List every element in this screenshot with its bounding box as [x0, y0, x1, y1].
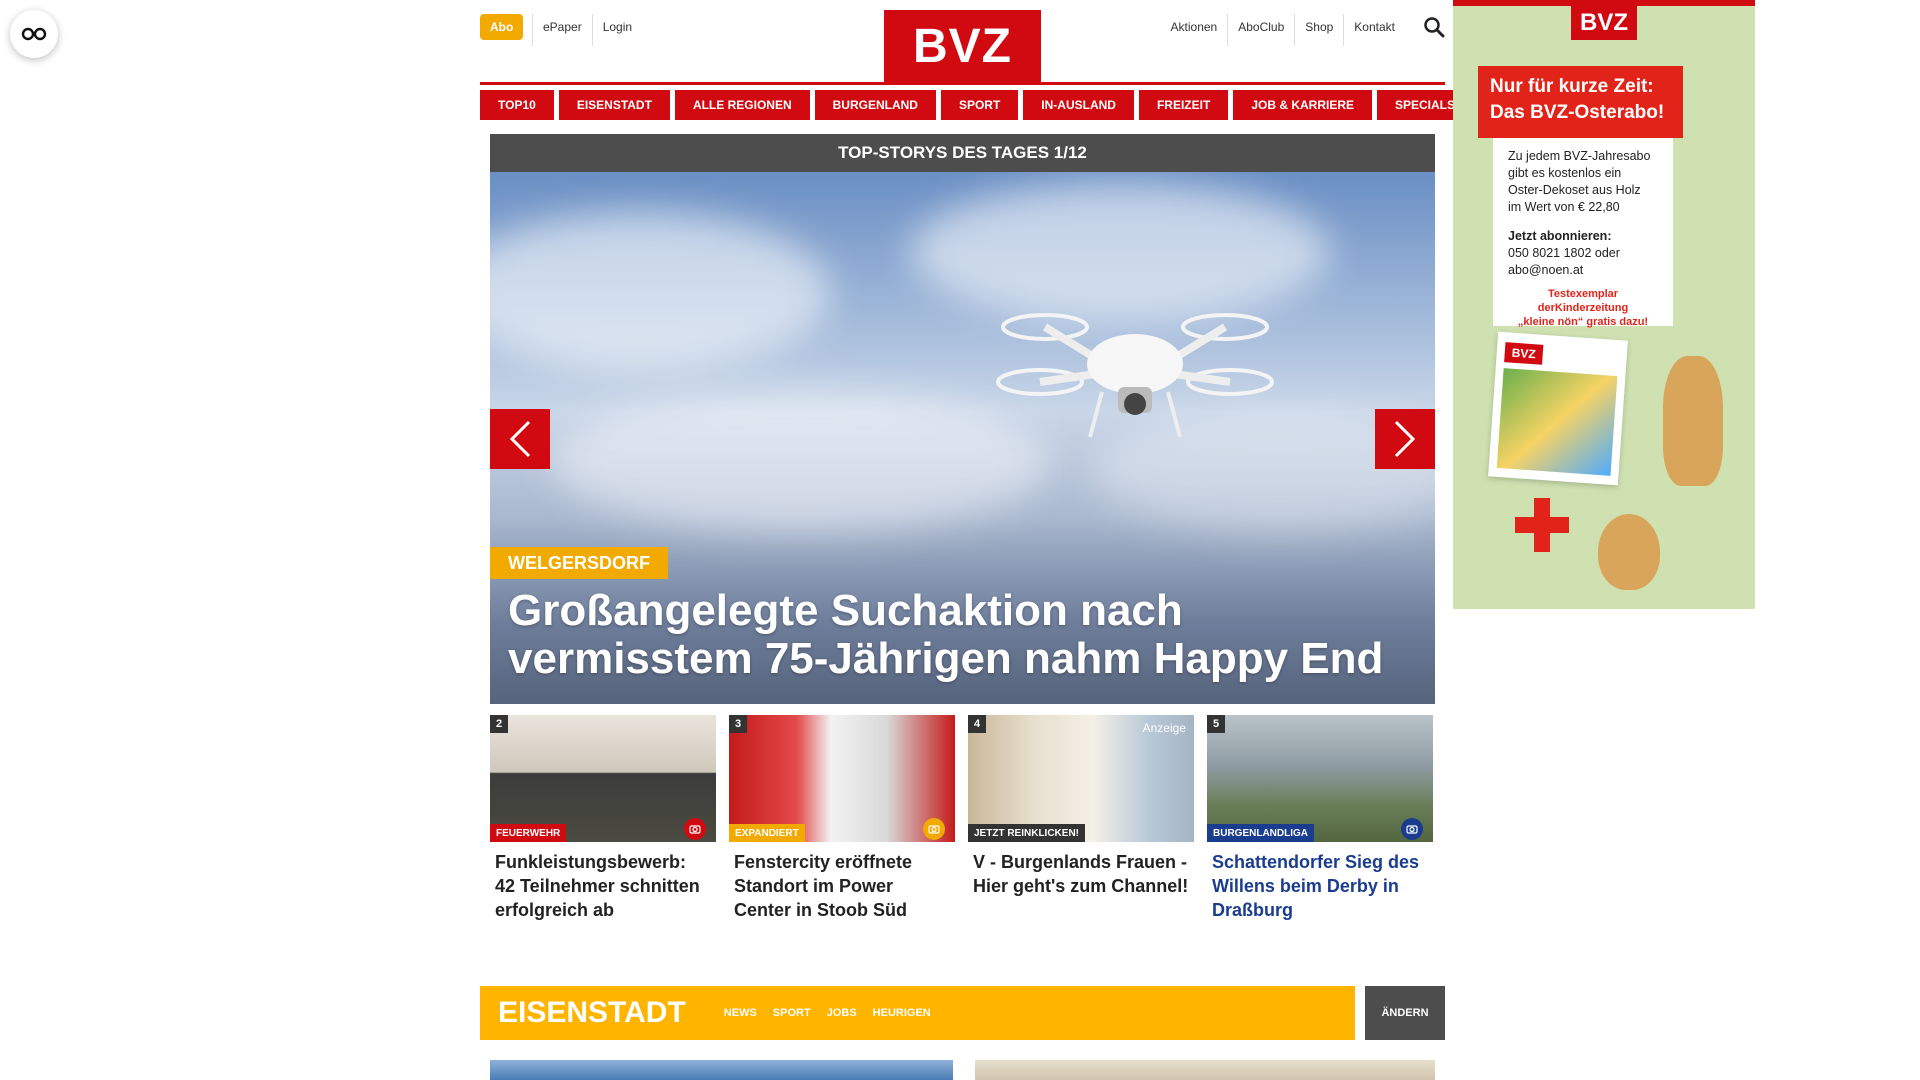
ad-body-line: Oster-Dekoset aus Holz — [1508, 183, 1641, 197]
story-image[interactable]: 2 FEUERWEHR — [490, 715, 716, 842]
ad-free-offer: Testexemplar derKinderzeitung „kleine nö… — [1508, 287, 1658, 329]
bunny-decoration — [1663, 356, 1723, 486]
magazine-image: BVZ — [1488, 331, 1628, 486]
story-card[interactable]: 3 EXPANDIERT Fenstercity eröffnete Stand… — [729, 715, 955, 922]
bvz-logo[interactable]: BVZ — [884, 10, 1041, 82]
chevron-left-icon — [509, 420, 531, 458]
drone-image — [996, 313, 1274, 438]
story-image[interactable] — [490, 1060, 953, 1080]
reader-mode-button[interactable] — [10, 10, 58, 58]
change-region-button[interactable]: ÄNDERN — [1365, 986, 1445, 1040]
hero-slide[interactable]: WELGERSDORF Großangelegte Suchaktion nac… — [490, 172, 1435, 704]
nav-item-in-ausland[interactable]: IN-AUSLAND — [1023, 90, 1134, 120]
story-card[interactable]: 4 Anzeige JETZT REINKLICKEN! V - Burgenl… — [968, 715, 1194, 922]
story-title[interactable]: Schattendorfer Sieg des Willens beim Der… — [1207, 842, 1433, 922]
ad-headline: Nur für kurze Zeit: Das BVZ-Osterabo! — [1478, 66, 1683, 138]
magazine-logo: BVZ — [1504, 342, 1544, 365]
search-icon[interactable] — [1423, 16, 1445, 38]
story-image[interactable]: 3 EXPANDIERT — [729, 715, 955, 842]
login-link[interactable]: Login — [591, 14, 642, 46]
ad-free-line: „kleine nön“ gratis dazu! — [1517, 316, 1649, 328]
story-category: EXPANDIERT — [729, 824, 805, 842]
ad-phone: 050 8021 1802 oder — [1508, 246, 1620, 260]
story-card[interactable]: 2 FEUERWEHR Funkleistungsbewerb: 42 Teil… — [490, 715, 716, 922]
ad-text-card: Zu jedem BVZ-Jahresabo gibt es kostenlos… — [1493, 138, 1673, 329]
top-links-left: ePaper Login — [532, 14, 642, 46]
story-category: FEUERWEHR — [490, 824, 567, 842]
camera-icon — [684, 818, 706, 840]
story-title[interactable]: Funkleistungsbewerb: 42 Teilnehmer schni… — [490, 842, 716, 922]
section-link-heurigen[interactable]: HEURIGEN — [873, 1007, 931, 1019]
top-bar: Abo ePaper Login BVZ Aktionen AboClub Sh… — [480, 0, 1445, 82]
story-title[interactable]: V - Burgenlands Frauen - Hier geht's zum… — [968, 842, 1194, 898]
story-number: 3 — [729, 715, 747, 733]
egg-decoration — [1598, 514, 1660, 590]
story-category: BURGENLANDLIGA — [1207, 824, 1314, 842]
kontakt-link[interactable]: Kontakt — [1343, 14, 1405, 46]
top-links-right: Aktionen AboClub Shop Kontakt — [1161, 14, 1405, 46]
nav-item-eisenstadt[interactable]: EISENSTADT — [558, 90, 670, 120]
nav-item-sport[interactable]: SPORT — [940, 90, 1019, 120]
section-link-jobs[interactable]: JOBS — [827, 1007, 857, 1019]
nav-item-top10[interactable]: TOP10 — [480, 90, 554, 120]
section-title[interactable]: EISENSTADT — [498, 996, 686, 1030]
aktionen-link[interactable]: Aktionen — [1161, 14, 1228, 46]
story-cards: 2 FEUERWEHR Funkleistungsbewerb: 42 Teil… — [490, 715, 1435, 922]
nav-item-freizeit[interactable]: FREIZEIT — [1138, 90, 1229, 120]
ad-headline-line: Das BVZ-Osterabo! — [1490, 102, 1665, 123]
glasses-icon — [21, 27, 47, 41]
story-category: JETZT REINKLICKEN! — [968, 824, 1085, 842]
plus-icon — [1515, 498, 1569, 552]
shop-link[interactable]: Shop — [1294, 14, 1343, 46]
prev-slide-button[interactable] — [490, 409, 550, 469]
abo-button[interactable]: Abo — [480, 14, 524, 40]
header-divider — [480, 82, 1445, 85]
aboclub-link[interactable]: AboClub — [1227, 14, 1294, 46]
ad-free-line: Testexemplar derKinderzeitung — [1537, 288, 1629, 314]
epaper-link[interactable]: ePaper — [532, 14, 592, 46]
story-image[interactable]: 4 Anzeige JETZT REINKLICKEN! — [968, 715, 1194, 842]
chevron-right-icon — [1394, 420, 1416, 458]
ad-email: abo@noen.at — [1508, 263, 1584, 277]
ad-label: Anzeige — [1142, 721, 1186, 735]
ad-headline-line: Nur für kurze Zeit: — [1490, 76, 1654, 97]
ad-body-line: gibt es kostenlos ein — [1508, 166, 1622, 180]
ad-logo: BVZ — [1571, 6, 1637, 40]
ad-cta: Jetzt abonnieren: — [1508, 229, 1612, 243]
next-slide-button[interactable] — [1375, 409, 1435, 469]
section-link-news[interactable]: NEWS — [724, 1007, 757, 1019]
nav-item-burgenland[interactable]: BURGENLAND — [814, 90, 936, 120]
main-nav: TOP10 EISENSTADT ALLE REGIONEN BURGENLAN… — [480, 90, 1474, 120]
nav-item-alle-regionen[interactable]: ALLE REGIONEN — [674, 90, 810, 120]
hero-category-tag[interactable]: WELGERSDORF — [490, 547, 668, 579]
story-number: 2 — [490, 715, 508, 733]
ad-body-line: im Wert von € 22,80 — [1508, 200, 1620, 214]
hero-headline[interactable]: Großangelegte Suchaktion nach vermisstem… — [508, 587, 1418, 683]
story-image[interactable] — [975, 1060, 1435, 1080]
camera-icon — [923, 818, 945, 840]
ad-body-line: Zu jedem BVZ-Jahresabo — [1508, 149, 1651, 163]
story-image[interactable]: 5 BURGENLANDLIGA — [1207, 715, 1433, 842]
section-bar: EISENSTADT NEWS SPORT JOBS HEURIGEN — [480, 986, 1355, 1040]
nav-item-job-karriere[interactable]: JOB & KARRIERE — [1233, 90, 1372, 120]
story-card[interactable]: 5 BURGENLANDLIGA Schattendorfer Sieg des… — [1207, 715, 1433, 922]
main-column: Abo ePaper Login BVZ Aktionen AboClub Sh… — [480, 0, 1474, 1080]
ad-banner[interactable]: BVZ Nur für kurze Zeit: Das BVZ-Osterabo… — [1453, 0, 1755, 609]
story-number: 5 — [1207, 715, 1225, 733]
section-link-sport[interactable]: SPORT — [773, 1007, 811, 1019]
camera-icon — [1401, 818, 1423, 840]
top-stories-header: TOP-STORYS DES TAGES 1/12 — [490, 134, 1435, 172]
story-number: 4 — [968, 715, 986, 733]
story-title[interactable]: Fenstercity eröffnete Standort im Power … — [729, 842, 955, 922]
